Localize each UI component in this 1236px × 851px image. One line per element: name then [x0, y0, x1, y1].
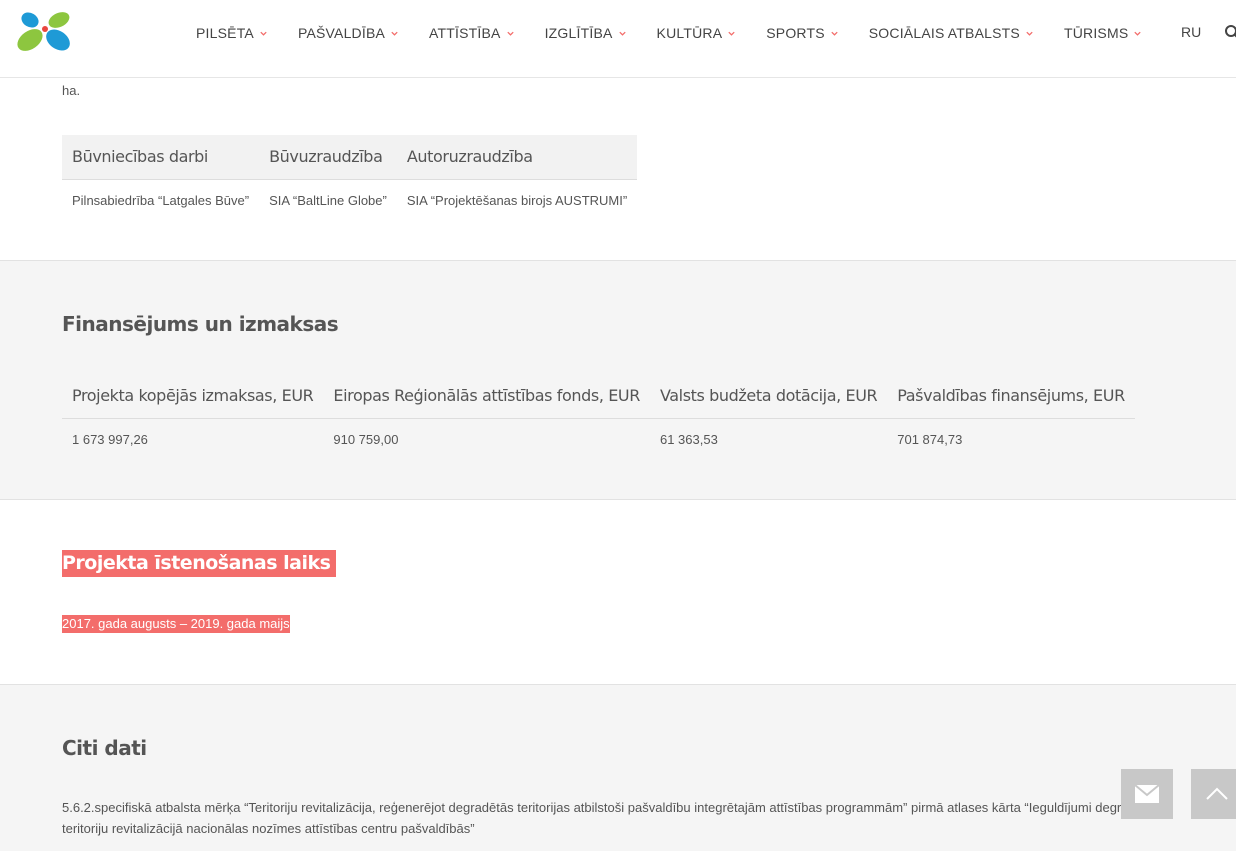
- main-nav: PILSĒTA PAŠVALDĪBA ATTĪSTĪBA IZGLĪTĪBA K…: [196, 0, 1172, 66]
- nav-item-label: IZGLĪTĪBA: [544, 25, 613, 41]
- nav-item-label: TŪRISMS: [1063, 25, 1129, 41]
- nav-item-kultura[interactable]: KULTŪRA: [657, 25, 737, 41]
- table-header-cell: Autoruzraudzība: [396, 135, 638, 180]
- chevron-down-icon: [728, 31, 735, 36]
- chevron-down-icon: [1026, 31, 1033, 36]
- table-cell: SIA “BaltLine Globe”: [269, 192, 387, 208]
- table-header-cell: Eiropas Reģionālās attīstības fonds, EUR: [323, 374, 650, 419]
- table-header-row: Projekta kopējās izmaksas, EUR Eiropas R…: [62, 374, 1135, 419]
- nav-item-label: PAŠVALDĪBA: [297, 25, 386, 41]
- chevron-down-icon: [506, 31, 514, 36]
- scroll-to-top-button[interactable]: [1191, 769, 1236, 819]
- contact-mail-button[interactable]: [1121, 769, 1173, 819]
- intro-text: ha.: [62, 83, 81, 98]
- nav-item-izglitiba[interactable]: IZGLĪTĪBA: [545, 25, 627, 41]
- nav-item-label: ATTĪSTĪBA: [429, 25, 501, 41]
- finance-table: Projekta kopējās izmaksas, EUR Eiropas R…: [62, 374, 1135, 460]
- finance-title: Finansējums un izmaksas: [62, 312, 339, 336]
- nav-item-label: SPORTS: [766, 25, 825, 41]
- nav-item-pasvaldiba[interactable]: PAŠVALDĪBA: [298, 25, 399, 41]
- table-cell: SIA “Projektēšanas birojs AUSTRUMI”: [406, 192, 628, 208]
- site-header: PILSĒTA PAŠVALDĪBA ATTĪSTĪBA IZGLĪTĪBA K…: [0, 0, 1236, 78]
- language-switch-ru[interactable]: RU: [1181, 24, 1201, 40]
- contractors-table: Būvniecības darbi Būvuzraudzība Autoruzr…: [62, 135, 638, 221]
- table-header-row: Būvniecības darbi Būvuzraudzība Autoruzr…: [62, 135, 638, 180]
- other-data-title: Citi dati: [62, 736, 147, 760]
- nav-item-socialais-atbalsts[interactable]: SOCIĀLAIS ATBALSTS: [869, 25, 1034, 41]
- nav-item-pilseta[interactable]: PILSĒTA: [196, 25, 268, 41]
- chevron-down-icon: [831, 31, 838, 36]
- other-data-section: Citi dati 5.6.2.specifiskā atbalsta mērķ…: [0, 685, 1236, 851]
- table-cell: 61 363,53: [659, 431, 718, 447]
- timeline-text: 2017. gada augusts – 2019. gada maijs: [62, 615, 290, 633]
- table-cell: 1 673 997,26: [72, 431, 148, 447]
- table-header-cell: Valsts budžeta dotācija, EUR: [649, 374, 888, 419]
- table-cell: 701 874,73: [897, 431, 963, 447]
- finance-section: Finansējums un izmaksas Projekta kopējās…: [0, 261, 1236, 500]
- table-cell: 910 759,00: [333, 431, 399, 447]
- chevron-down-icon: [260, 31, 267, 36]
- chevron-down-icon: [391, 31, 398, 36]
- table-cell: Pilnsabiedrība “Latgales Būve”: [72, 192, 250, 208]
- contractors-section: ha. Būvniecības darbi Būvuzraudzība Auto…: [0, 78, 1236, 261]
- arrow-up-icon: [1206, 787, 1228, 800]
- timeline-title: Projekta īstenošanas laiks: [62, 550, 337, 577]
- nav-item-label: PILSĒTA: [196, 25, 254, 41]
- nav-item-turisms[interactable]: TŪRISMS: [1064, 25, 1142, 41]
- chevron-down-icon: [618, 31, 626, 36]
- table-header-cell: Būvniecības darbi: [62, 135, 260, 180]
- table-header-cell: Projekta kopējās izmaksas, EUR: [62, 374, 324, 419]
- table-row: 1 673 997,26 910 759,00 61 363,53 701 87…: [62, 418, 1135, 460]
- nav-item-attistiba[interactable]: ATTĪSTĪBA: [429, 25, 515, 41]
- nav-item-label: SOCIĀLAIS ATBALSTS: [868, 25, 1020, 41]
- logo[interactable]: [14, 10, 72, 52]
- nav-item-label: KULTŪRA: [656, 25, 723, 41]
- table-header-cell: Pašvaldības finansējums, EUR: [887, 374, 1135, 419]
- chevron-down-icon: [1134, 31, 1142, 36]
- table-header-cell: Būvuzraudzība: [259, 135, 397, 180]
- table-row: Pilnsabiedrība “Latgales Būve” SIA “Balt…: [62, 179, 637, 221]
- other-data-text: 5.6.2.specifiskā atbalsta mērķa “Teritor…: [62, 800, 1154, 836]
- mail-icon: [1134, 784, 1160, 803]
- timeline-section: Projekta īstenošanas laiks 2017. gada au…: [0, 500, 1236, 685]
- nav-item-sports[interactable]: SPORTS: [766, 25, 839, 41]
- search-icon[interactable]: [1224, 24, 1236, 40]
